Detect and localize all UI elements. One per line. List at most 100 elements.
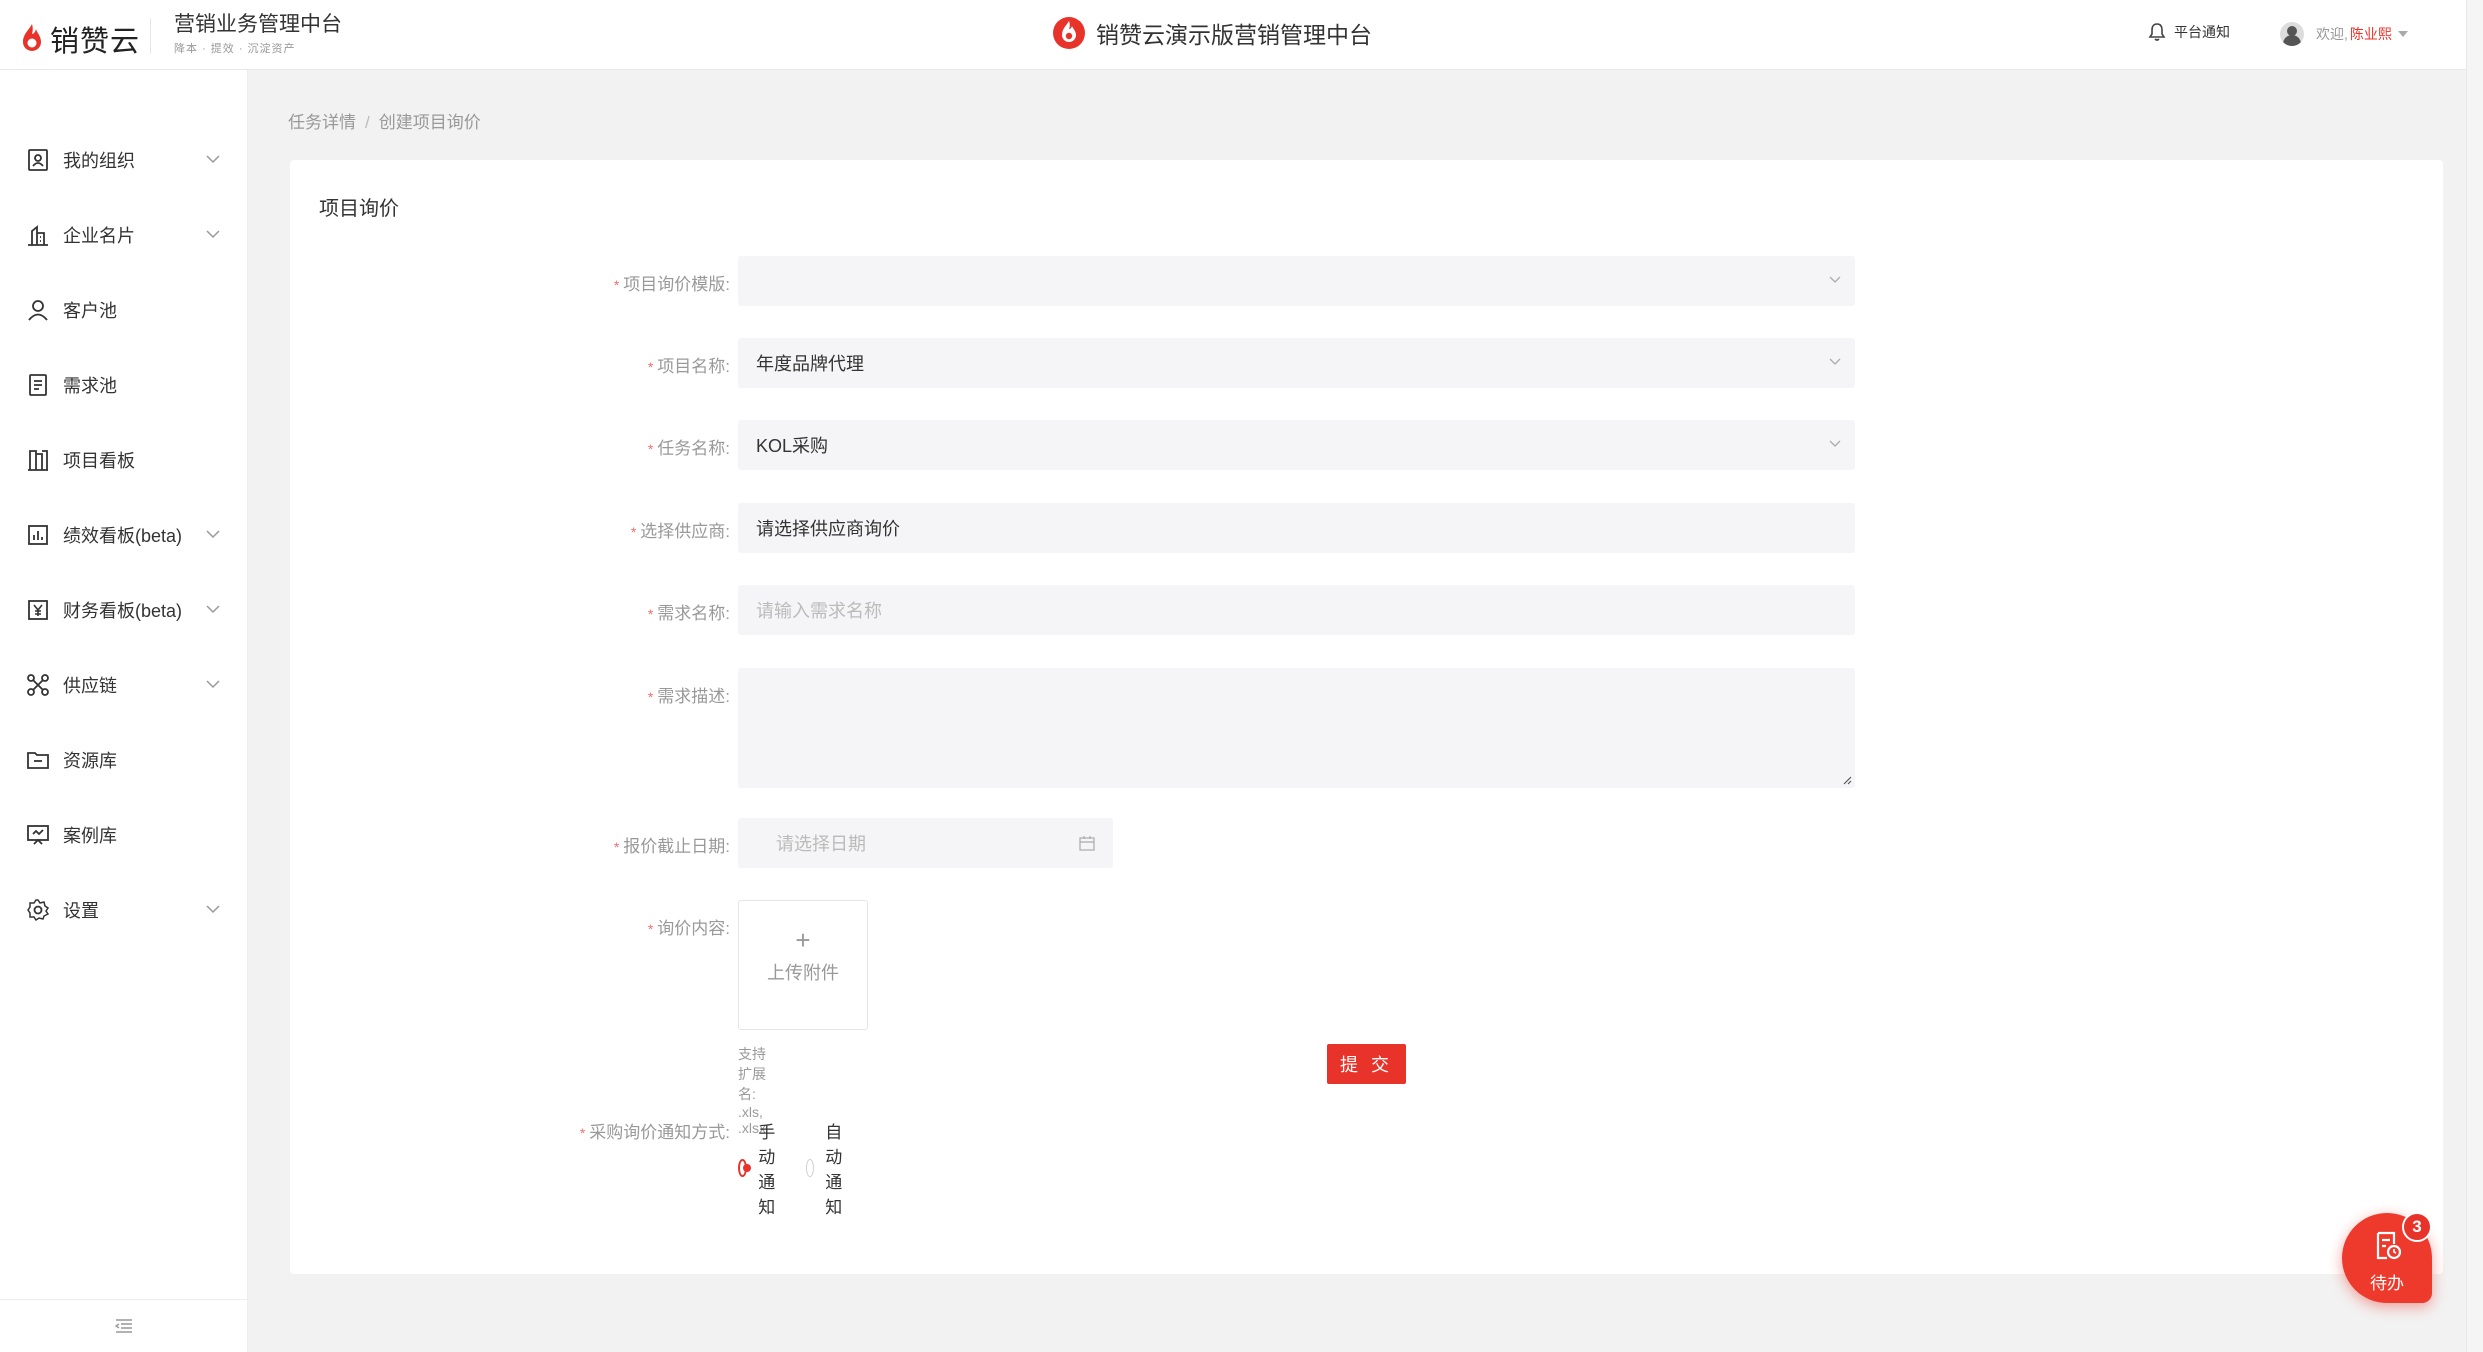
supplier-select[interactable]: 请选择供应商询价	[738, 503, 1855, 553]
chart-icon	[28, 525, 48, 545]
todo-label: 待办	[2370, 1274, 2404, 1293]
chevron-down-icon	[206, 155, 220, 164]
sidebar-item-performance-board[interactable]: 绩效看板(beta)	[0, 497, 248, 572]
platform-title: 营销业务管理中台	[174, 13, 342, 36]
brand-circle-icon	[1053, 17, 1085, 49]
chevron-down-icon	[206, 605, 220, 614]
required-mark: *	[647, 441, 654, 457]
sidebar-menu: 我的组织 企业名片 客户池 需求池 项目看板 绩效看板(beta) 财务看板(b…	[0, 122, 248, 947]
sidebar-item-label: 我的组织	[63, 150, 135, 171]
deadline-placeholder: 请选择日期	[776, 834, 866, 854]
sidebar-item-company-card[interactable]: 企业名片	[0, 197, 248, 272]
breadcrumb-task-detail[interactable]: 任务详情	[288, 113, 356, 132]
username: 陈业熙	[2349, 26, 2392, 42]
demand-name-label: * 需求名称:	[290, 599, 730, 624]
task-name-value: KOL采购	[756, 436, 829, 456]
chevron-down-icon	[1829, 358, 1841, 365]
sidebar: 我的组织 企业名片 客户池 需求池 项目看板 绩效看板(beta) 财务看板(b…	[0, 70, 248, 1352]
platform-notice[interactable]: 平台通知	[2148, 22, 2230, 42]
deadline-date-picker[interactable]: 请选择日期	[738, 818, 1113, 868]
sidebar-collapse-button[interactable]	[0, 1299, 247, 1352]
sidebar-item-label: 客户池	[63, 300, 117, 321]
required-mark: *	[647, 921, 654, 937]
sidebar-item-label: 财务看板(beta)	[63, 600, 183, 621]
flame-logo-icon	[23, 24, 41, 51]
demand-name-input[interactable]: 请输入需求名称	[738, 585, 1855, 635]
chevron-down-icon	[1829, 276, 1841, 283]
sidebar-item-supply-chain[interactable]: 供应链	[0, 647, 248, 722]
header-divider	[150, 18, 151, 54]
notice-label: 平台通知	[2174, 24, 2230, 40]
page-scrollbar[interactable]	[2466, 0, 2483, 1352]
notify-radio-group: 手动通知 自动通知	[738, 1118, 874, 1218]
upload-label: 上传附件	[767, 963, 839, 983]
project-name-label: * 项目名称:	[290, 352, 730, 377]
supplier-label-text: 选择供应商:	[640, 522, 730, 541]
platform-name: 营销业务管理中台 降本 · 提效 · 沉淀资产	[174, 12, 342, 56]
notify-manual-label: 手动通知	[758, 1123, 776, 1217]
radio-unchecked[interactable]	[806, 1159, 815, 1177]
demand-name-placeholder: 请输入需求名称	[756, 601, 882, 621]
sidebar-item-label: 案例库	[63, 825, 117, 846]
sidebar-item-label: 项目看板	[63, 450, 135, 471]
sidebar-item-organization[interactable]: 我的组织	[0, 122, 248, 197]
collapse-menu-icon	[114, 1319, 132, 1333]
sidebar-item-case-library[interactable]: 案例库	[0, 797, 248, 872]
task-name-select[interactable]: KOL采购	[738, 420, 1855, 470]
platform-tagline: 降本 · 提效 · 沉淀资产	[174, 43, 296, 55]
required-mark: *	[579, 1125, 586, 1141]
notify-label-text: 采购询价通知方式:	[589, 1123, 730, 1142]
network-icon	[27, 674, 49, 696]
sidebar-item-finance-board[interactable]: 财务看板(beta)	[0, 572, 248, 647]
deadline-label: * 报价截止日期:	[290, 832, 730, 857]
demand-name-label-text: 需求名称:	[657, 604, 730, 623]
resize-handle-icon[interactable]	[1842, 775, 1852, 785]
supplier-label: * 选择供应商:	[290, 517, 730, 542]
gear-icon	[27, 899, 50, 922]
sidebar-item-label: 供应链	[63, 675, 117, 696]
sidebar-item-customer-pool[interactable]: 客户池	[0, 272, 248, 347]
required-mark: *	[647, 689, 654, 705]
list-icon	[29, 374, 47, 396]
user-icon	[28, 300, 48, 321]
template-label: * 项目询价模版:	[290, 270, 730, 295]
required-mark: *	[647, 606, 654, 622]
sidebar-item-label: 资源库	[63, 750, 117, 771]
sidebar-item-demand-pool[interactable]: 需求池	[0, 347, 248, 422]
template-select[interactable]	[738, 256, 1855, 306]
caret-down-icon	[2397, 31, 2408, 37]
folder-icon	[27, 752, 49, 769]
demand-desc-label-text: 需求描述:	[657, 687, 730, 706]
task-name-label: * 任务名称:	[290, 434, 730, 459]
brand-logo[interactable]: 销赞云	[20, 18, 140, 60]
sidebar-item-project-board[interactable]: 项目看板	[0, 422, 248, 497]
building-icon	[28, 225, 48, 246]
chevron-down-icon	[206, 230, 220, 239]
radio-checked[interactable]	[738, 1159, 752, 1177]
sidebar-item-label: 绩效看板(beta)	[63, 525, 183, 546]
calendar-icon	[1079, 836, 1095, 851]
sidebar-item-resource-library[interactable]: 资源库	[0, 722, 248, 797]
notify-auto-label: 自动通知	[825, 1123, 843, 1217]
notify-auto-option[interactable]: 自动通知	[806, 1118, 852, 1218]
project-name-select[interactable]: 年度品牌代理	[738, 338, 1855, 388]
task-name-label-text: 任务名称:	[657, 439, 730, 458]
chevron-down-icon	[206, 905, 220, 914]
demand-desc-textarea[interactable]	[738, 668, 1855, 788]
supplier-value: 请选择供应商询价	[756, 519, 900, 539]
yuan-icon	[28, 600, 48, 620]
user-menu[interactable]: 欢迎, 陈业熙	[2280, 22, 2408, 46]
plus-icon: +	[795, 925, 811, 955]
notify-manual-option[interactable]: 手动通知	[738, 1118, 784, 1218]
notify-label: * 采购询价通知方式:	[290, 1118, 730, 1143]
org-icon	[28, 149, 48, 171]
demand-desc-label: * 需求描述:	[290, 682, 730, 707]
breadcrumb: 任务详情 / 创建项目询价	[288, 108, 481, 133]
inquiry-form-card: 项目询价 * 项目询价模版: * 项目名称: 年度品牌代理 * 任务名称: KOL采购…	[290, 160, 2443, 1274]
avatar	[2280, 22, 2304, 46]
sidebar-item-settings[interactable]: 设置	[0, 872, 248, 947]
logo-text: 销赞云	[50, 26, 141, 58]
project-name-value: 年度品牌代理	[756, 354, 864, 374]
submit-button[interactable]: 提 交	[1327, 1044, 1406, 1084]
upload-attachment-button[interactable]: + 上传附件	[738, 900, 868, 1030]
